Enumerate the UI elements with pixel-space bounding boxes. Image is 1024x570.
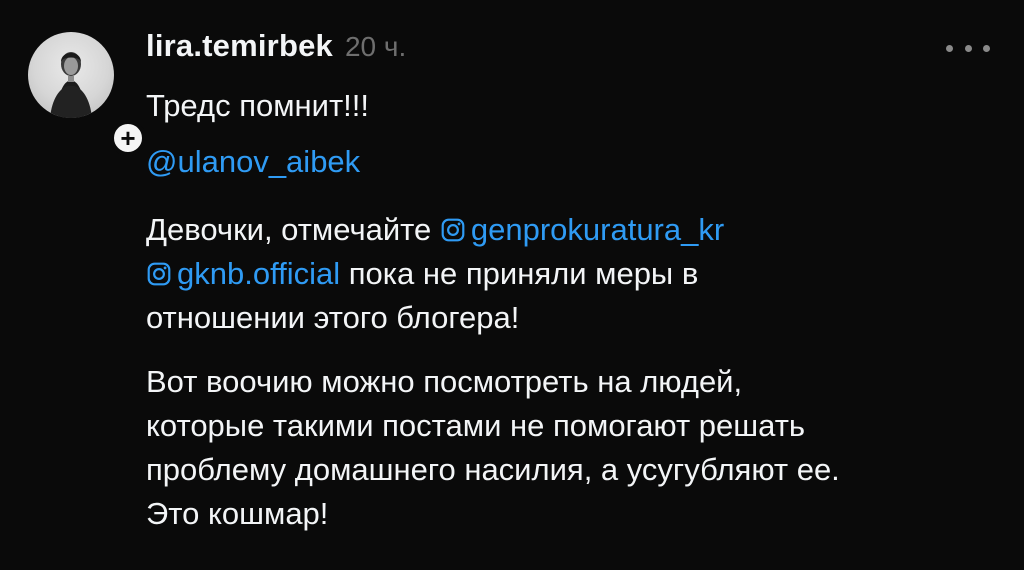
post-header: lira.temirbek 20 ч. — [146, 28, 406, 68]
more-options-button[interactable] — [946, 38, 990, 58]
avatar-photo — [50, 52, 92, 118]
paragraph-3-line-1: Вот воочию можно посмотреть на людей, — [146, 364, 743, 399]
paragraph-2: Девочки, отмечайте genprokuratura_kr gkn… — [146, 208, 1006, 340]
gknb-link[interactable]: gknb.official — [146, 256, 340, 291]
paragraph-3-line-3: проблему домашнего насилия, а усугубляют… — [146, 452, 840, 487]
paragraph-2-text-2: пока не приняли меры в — [340, 256, 699, 291]
paragraph-3: Вот воочию можно посмотреть на людей, ко… — [146, 360, 1006, 536]
genprokuratura-link[interactable]: genprokuratura_kr — [440, 212, 724, 247]
paragraph-2-text-3: отношении этого блогера! — [146, 300, 520, 335]
avatar[interactable] — [28, 32, 114, 118]
post-body: Тредс помнит!!! @ulanov_aibek Девочки, о… — [146, 84, 1006, 536]
more-horizontal-icon — [946, 44, 953, 52]
avatar-container: + — [28, 32, 146, 156]
instagram-icon — [147, 262, 171, 286]
genprokuratura-link-label: genprokuratura_kr — [470, 212, 725, 247]
post-line-1: Тредс помнит!!! — [146, 88, 370, 123]
paragraph-3-line-2: которые такими постами не помогают решат… — [146, 408, 806, 443]
instagram-icon — [441, 218, 465, 242]
plus-icon: + — [120, 123, 136, 153]
mention-link[interactable]: @ulanov_aibek — [146, 144, 360, 179]
username[interactable]: lira.temirbek — [146, 28, 333, 64]
paragraph-2-text-1: Девочки, отмечайте — [146, 212, 440, 247]
follow-plus-button[interactable]: + — [110, 120, 146, 156]
timestamp: 20 ч. — [344, 31, 407, 62]
paragraph-3-line-4: Это кошмар! — [146, 496, 329, 531]
thread-post: + lira.temirbek 20 ч. Тредс помнит!!! @u… — [0, 0, 1024, 570]
gknb-link-label: gknb.official — [177, 256, 341, 291]
